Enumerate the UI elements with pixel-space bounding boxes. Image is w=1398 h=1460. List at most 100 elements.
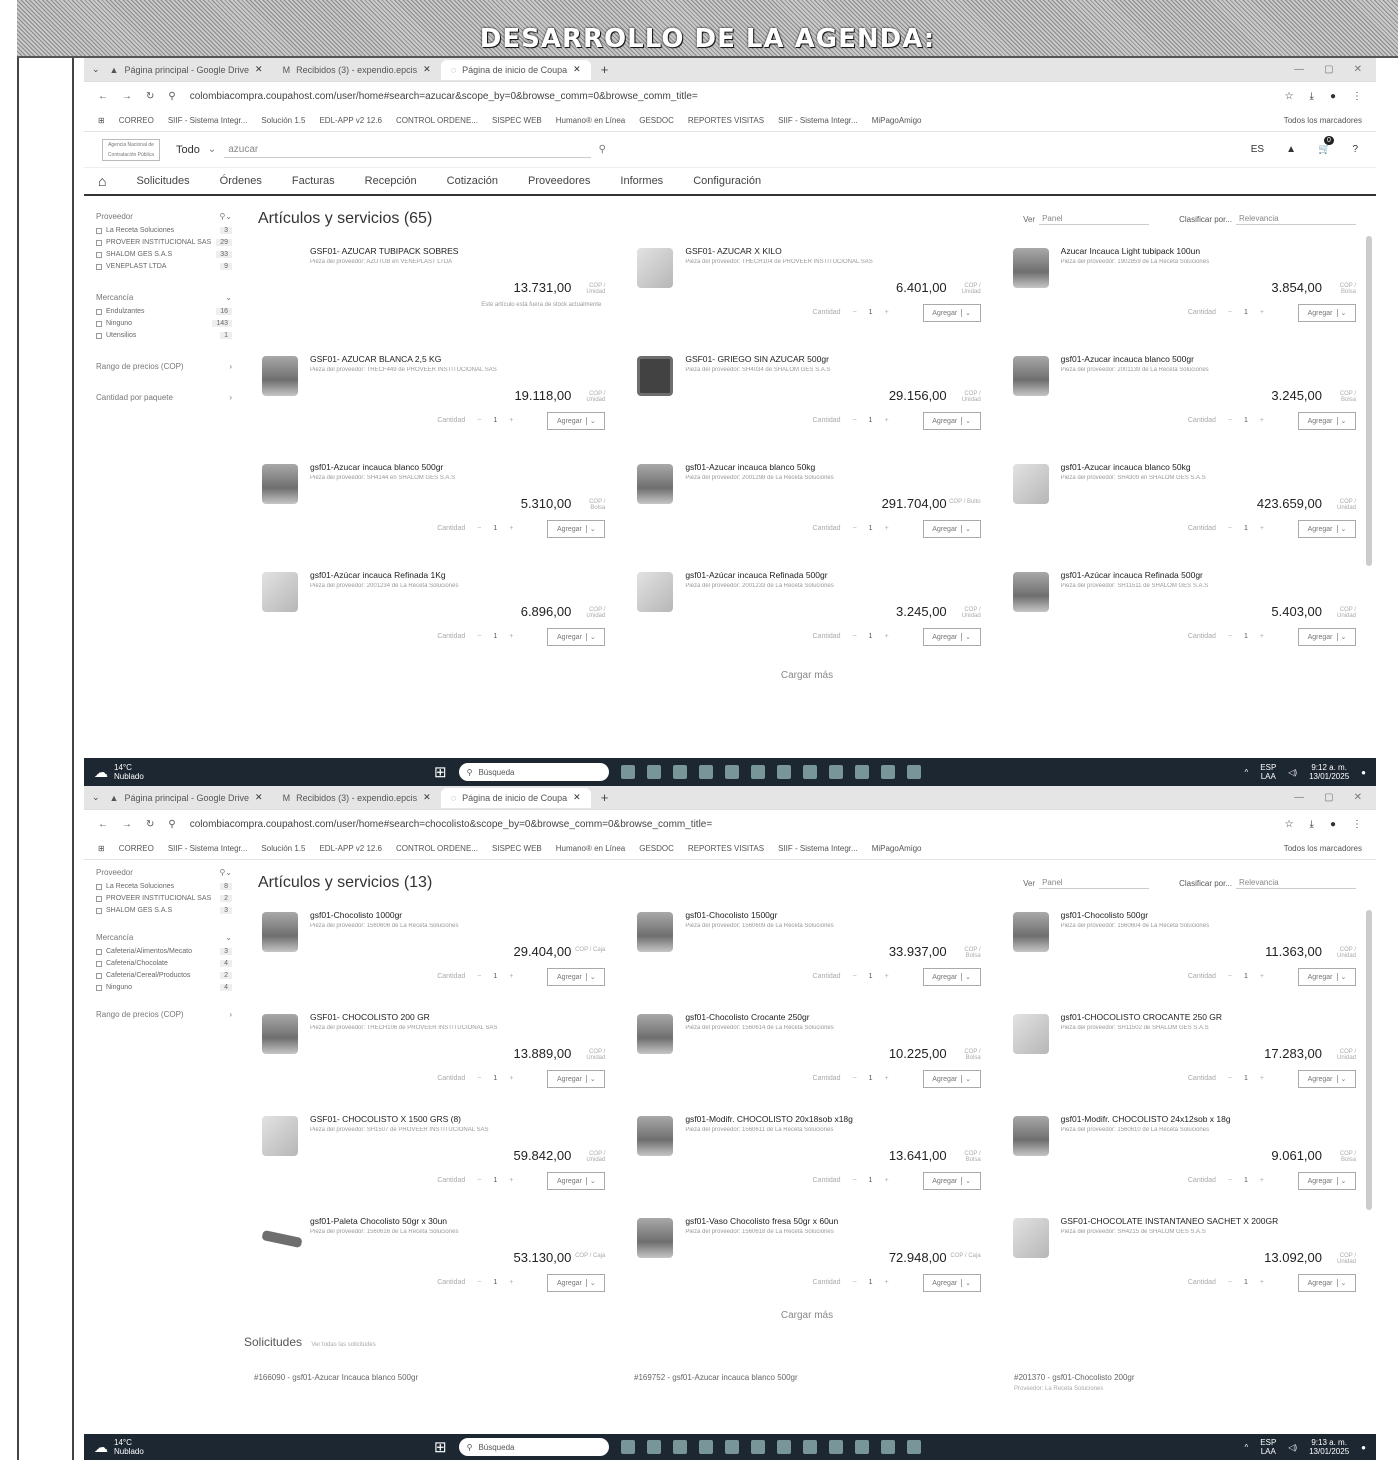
add-to-cart-button[interactable]: Agregar ⌄ xyxy=(922,412,981,430)
product-image[interactable] xyxy=(637,1014,674,1054)
quantity-stepper[interactable]: Cantidad − 1 + xyxy=(1188,633,1264,640)
add-to-cart-button[interactable]: Agregar ⌄ xyxy=(922,628,981,646)
product-name[interactable]: gsf01-CHOCOLISTO CROCANTE 250 GR xyxy=(1061,1012,1356,1022)
checkbox[interactable] xyxy=(96,309,102,315)
minus-icon[interactable]: − xyxy=(1228,633,1232,640)
filter-item[interactable]: Cafeteria/Alimentos/Mecato 3 xyxy=(96,948,232,956)
taskbar-app-icon[interactable] xyxy=(698,1440,713,1454)
add-to-cart-button[interactable]: Agregar ⌄ xyxy=(1298,304,1356,322)
product-card[interactable]: Azucar Incauca Light tubipack 100un Pieza… xyxy=(1009,234,1356,342)
quantity-stepper[interactable]: Cantidad − 1 + xyxy=(1188,1177,1264,1184)
taskbar-search[interactable]: ⚲ Búsqueda xyxy=(458,1438,609,1456)
product-name[interactable]: gsf01-Chocolisto 1000gr xyxy=(310,910,605,920)
request-item[interactable]: #169752 - gsf01-Azucar incauca blanco 50… xyxy=(634,1373,894,1392)
quantity-value[interactable]: 1 xyxy=(869,1177,873,1184)
forward-icon[interactable]: → xyxy=(122,91,132,102)
close-icon[interactable]: ✕ xyxy=(423,64,431,75)
quantity-stepper[interactable]: Cantidad − 1 + xyxy=(813,309,889,316)
add-to-cart-button[interactable]: Agregar ⌄ xyxy=(922,968,981,986)
plus-icon[interactable]: + xyxy=(509,1279,513,1286)
product-name[interactable]: GSF01- AZUCAR BLANCA 2,5 KG xyxy=(310,354,605,364)
notification-icon[interactable]: ● xyxy=(1361,768,1366,777)
product-card[interactable]: GSF01-CHOCOLATE INSTANTANEO SACHET X 200… xyxy=(1009,1204,1356,1306)
product-card[interactable]: gsf01-Azucar incauca blanco 500gr Pieza d… xyxy=(258,450,606,558)
product-card[interactable]: gsf01-Vaso Chocolisto fresa 50gr x 60un P… xyxy=(633,1204,981,1306)
bookmark[interactable]: SIIF - Sistema Integr... xyxy=(778,116,858,125)
quantity-value[interactable]: 1 xyxy=(493,1075,497,1082)
quantity-stepper[interactable]: Cantidad − 1 + xyxy=(437,973,513,980)
clock[interactable]: 9:12 a. m. 13/01/2025 xyxy=(1309,763,1349,781)
product-name[interactable]: gsf01-Modifr. CHOCOLISTO 24x12sob x 18g xyxy=(1061,1114,1356,1124)
chevron-down-icon[interactable]: ⌄ xyxy=(961,309,971,317)
supplier-filter-header[interactable]: Proveedor ⚲⌄ xyxy=(96,868,232,877)
quantity-stepper[interactable]: Cantidad − 1 + xyxy=(1188,417,1264,424)
nav-recepcion[interactable]: Recepción xyxy=(365,175,417,187)
bookmark[interactable]: CORREO xyxy=(119,844,154,853)
plus-icon[interactable]: + xyxy=(885,1075,889,1082)
load-more-button[interactable]: Cargar más xyxy=(258,1310,1356,1321)
apps-icon[interactable]: ⊞ xyxy=(98,116,105,125)
download-icon[interactable]: ⤓ xyxy=(1310,91,1314,102)
add-to-cart-button[interactable]: Agregar ⌄ xyxy=(547,968,606,986)
chevron-down-icon[interactable]: ⌄ xyxy=(961,1279,971,1287)
plus-icon[interactable]: + xyxy=(885,417,889,424)
plus-icon[interactable]: + xyxy=(885,1279,889,1286)
product-image[interactable] xyxy=(1012,572,1049,612)
plus-icon[interactable]: + xyxy=(1260,417,1264,424)
add-to-cart-button[interactable]: Agregar ⌄ xyxy=(922,1274,981,1292)
filter-item[interactable]: La Receta Soluciones 3 xyxy=(96,227,232,235)
back-icon[interactable]: ← xyxy=(98,91,108,102)
product-name[interactable]: gsf01-Azucar incauca blanco 500gr xyxy=(1061,354,1356,364)
add-to-cart-button[interactable]: Agregar ⌄ xyxy=(922,304,981,322)
product-image[interactable] xyxy=(262,1116,298,1156)
quantity-stepper[interactable]: Cantidad − 1 + xyxy=(437,633,513,640)
apps-icon[interactable]: ⊞ xyxy=(98,844,105,853)
chevron-down-icon[interactable]: ⌄ xyxy=(585,417,596,425)
quantity-value[interactable]: 1 xyxy=(493,417,497,424)
checkbox[interactable] xyxy=(96,240,102,246)
product-name[interactable]: GSF01- CHOCOLISTO 200 GR xyxy=(310,1012,605,1022)
minimize-icon[interactable]: — xyxy=(1294,64,1304,75)
tab-drive[interactable]: ▲ Página principal - Google Drive ✕ xyxy=(100,60,273,80)
quantity-stepper[interactable]: Cantidad − 1 + xyxy=(437,1279,513,1286)
taskbar-app-icon[interactable] xyxy=(802,765,817,779)
chevron-down-icon[interactable]: ⌄ xyxy=(585,525,596,533)
checkbox[interactable] xyxy=(96,985,102,991)
minus-icon[interactable]: − xyxy=(853,525,857,532)
quantity-value[interactable]: 1 xyxy=(869,1279,873,1286)
minus-icon[interactable]: − xyxy=(477,1279,481,1286)
product-image[interactable] xyxy=(1012,1218,1049,1258)
quantity-stepper[interactable]: Cantidad − 1 + xyxy=(437,1177,513,1184)
filter-item[interactable]: Endulzantes 16 xyxy=(96,308,232,316)
close-icon[interactable]: ✕ xyxy=(255,792,263,803)
product-card[interactable]: gsf01-Chocolisto 1000gr Pieza del proveed… xyxy=(258,898,606,1000)
plus-icon[interactable]: + xyxy=(885,1177,889,1184)
nav-cotizacion[interactable]: Cotización xyxy=(447,175,498,187)
bell-icon[interactable]: ▲ xyxy=(1286,144,1296,155)
close-icon[interactable]: ✕ xyxy=(573,792,581,803)
menu-icon[interactable]: ⋮ xyxy=(1352,819,1362,830)
plus-icon[interactable]: + xyxy=(509,525,513,532)
filter-item[interactable]: SHALOM GES S.A.S 33 xyxy=(96,251,232,259)
product-image[interactable] xyxy=(261,1229,303,1249)
bookmark[interactable]: CONTROL ORDENE... xyxy=(396,116,478,125)
chevron-down-icon[interactable]: ⌄ xyxy=(961,1075,971,1083)
nav-facturas[interactable]: Facturas xyxy=(292,175,335,187)
product-card[interactable]: gsf01-Azúcar incauca Refinada 500gr Pieza… xyxy=(633,558,981,666)
minus-icon[interactable]: − xyxy=(853,1177,857,1184)
add-to-cart-button[interactable]: Agregar ⌄ xyxy=(922,1070,981,1088)
quantity-stepper[interactable]: Cantidad − 1 + xyxy=(813,525,889,532)
reload-icon[interactable]: ↻ xyxy=(146,819,154,830)
minus-icon[interactable]: − xyxy=(1228,1075,1232,1082)
quantity-stepper[interactable]: Cantidad − 1 + xyxy=(813,973,889,980)
quantity-value[interactable]: 1 xyxy=(1244,1177,1248,1184)
product-name[interactable]: GSF01- AZUCAR TUBIPACK SOBRES xyxy=(310,246,605,256)
language-select[interactable]: ES xyxy=(1251,144,1264,155)
plus-icon[interactable]: + xyxy=(1260,1279,1264,1286)
product-name[interactable]: GSF01-CHOCOLATE INSTANTANEO SACHET X 200… xyxy=(1061,1216,1356,1226)
taskbar-app-icon[interactable] xyxy=(776,765,791,779)
quantity-stepper[interactable]: Cantidad − 1 + xyxy=(1188,1279,1264,1286)
bookmark[interactable]: MiPagoAmigo xyxy=(872,844,922,853)
add-to-cart-button[interactable]: Agregar ⌄ xyxy=(547,628,606,646)
product-image[interactable] xyxy=(637,464,674,504)
